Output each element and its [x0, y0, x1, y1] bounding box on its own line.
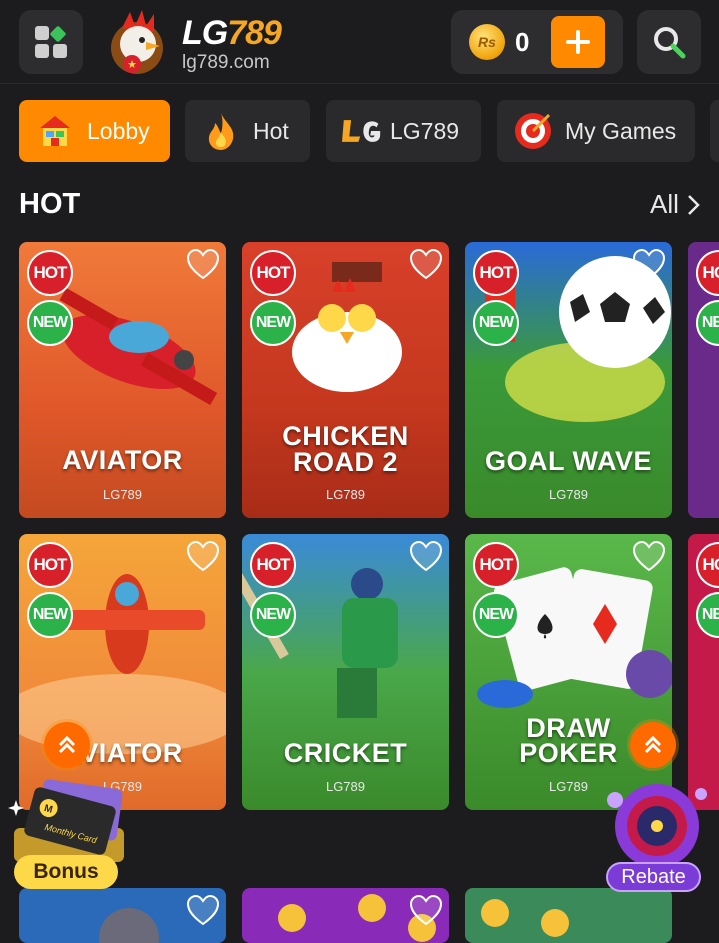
tab-overflow[interactable] — [710, 100, 719, 162]
game-card-chicken-road-2[interactable]: HOT NEW CHICKEN ROAD 2 LG789 — [242, 242, 449, 518]
svg-text:★: ★ — [127, 59, 137, 71]
game-title: CRICKET — [283, 738, 408, 768]
game-card-aviator-2[interactable]: HOT NEW AVIATOR LG789 — [19, 534, 226, 810]
bonus-label[interactable]: Bonus — [14, 855, 118, 889]
tab-label: Lobby — [87, 117, 150, 144]
new-badge: NEW — [473, 592, 519, 638]
balance-amount: 0 — [515, 27, 530, 57]
tab-lobby[interactable]: Lobby — [19, 100, 170, 162]
game-provider: LG789 — [102, 487, 143, 502]
hot-badge: HOT — [473, 542, 519, 588]
apps-menu-button[interactable] — [19, 10, 83, 74]
logo-text-lg: LG — [182, 14, 228, 52]
deposit-button[interactable] — [551, 16, 605, 68]
heart-icon[interactable] — [409, 540, 443, 574]
new-badge: NEW — [27, 592, 73, 638]
game-provider: LG789 — [325, 779, 366, 794]
view-all-link[interactable]: All — [650, 189, 703, 220]
tab-label: Hot — [253, 117, 289, 144]
roulette-icon — [607, 784, 707, 868]
double-chevron-up-icon — [58, 735, 76, 754]
lg-logo-icon — [342, 111, 382, 151]
new-badge: NEW — [250, 300, 296, 346]
target-icon — [513, 111, 553, 151]
tab-label: My Games — [565, 117, 677, 144]
game-card-draw-poker[interactable]: HOT NEW DRAW POKER LG789 — [465, 534, 672, 810]
heart-icon[interactable] — [632, 248, 666, 282]
new-badge: NEW — [473, 300, 519, 346]
search-button[interactable] — [637, 10, 701, 74]
section-title: HOT — [19, 188, 81, 220]
rooster-mascot-icon: ★ — [111, 10, 163, 74]
game-title-line1: CHICKEN — [282, 421, 409, 451]
view-all-label: All — [650, 189, 679, 219]
hot-badge: HOT — [250, 542, 296, 588]
heart-icon[interactable] — [186, 894, 220, 928]
hot-badge: HOT — [27, 250, 73, 296]
top-bar: ★ LG789 lg789.com Rs 0 — [0, 0, 719, 84]
hot-badge: HOT — [27, 542, 73, 588]
logo-text-num: 789 — [227, 14, 282, 52]
logo-url: lg789.com — [182, 52, 270, 73]
chevron-right-icon — [688, 194, 700, 215]
tab-hot[interactable]: Hot — [185, 100, 310, 162]
heart-icon[interactable] — [632, 540, 666, 574]
game-card-goal-wave[interactable]: HOT NEW GOAL WAVE LG789 — [465, 242, 672, 518]
scroll-up-button[interactable] — [44, 722, 90, 768]
row3-card-art — [465, 888, 672, 943]
fire-icon — [201, 111, 241, 151]
plus-icon — [566, 30, 590, 54]
game-provider: LG789 — [325, 487, 366, 502]
category-tabs: Lobby Hot LG789 My Games — [0, 100, 719, 162]
game-title-line2: ROAD 2 — [292, 447, 398, 477]
brand-logo[interactable]: ★ LG789 lg789.com — [100, 6, 300, 76]
heart-icon[interactable] — [186, 540, 220, 574]
game-title: GOAL WAVE — [484, 446, 652, 476]
rupee-coin-icon: Rs — [469, 24, 505, 60]
game-card-row3-2[interactable] — [242, 888, 449, 943]
tab-lg789[interactable]: LG789 — [326, 100, 481, 162]
tab-label: LG789 — [390, 117, 460, 144]
wallet-balance: Rs 0 — [451, 10, 623, 74]
game-provider: LG789 — [548, 487, 589, 502]
game-card-row3-3[interactable] — [465, 888, 672, 943]
search-icon — [654, 27, 686, 59]
game-card-aviator[interactable]: HOT NEW AVIATOR LG789 — [19, 242, 226, 518]
scroll-up-button-right[interactable] — [630, 722, 676, 768]
rebate-label[interactable]: Rebate — [606, 862, 701, 892]
heart-icon[interactable] — [409, 248, 443, 282]
lobby-icon — [35, 111, 75, 151]
heart-icon[interactable] — [409, 894, 443, 928]
game-card-partial[interactable]: HOT NEW — [688, 242, 719, 518]
new-badge: NEW — [27, 300, 73, 346]
hot-badge: HOT — [250, 250, 296, 296]
hot-badge: HOT — [473, 250, 519, 296]
game-card-partial-2[interactable]: HOT NEW — [688, 534, 719, 810]
game-card-cricket[interactable]: HOT NEW CRICKET LG789 — [242, 534, 449, 810]
heart-icon[interactable] — [186, 248, 220, 282]
tab-my-games[interactable]: My Games — [497, 100, 695, 162]
apps-grid-icon — [35, 26, 67, 58]
game-title: AVIATOR — [62, 445, 183, 475]
game-card-row3-1[interactable] — [19, 888, 226, 943]
double-chevron-up-icon — [644, 735, 662, 754]
new-badge: NEW — [250, 592, 296, 638]
